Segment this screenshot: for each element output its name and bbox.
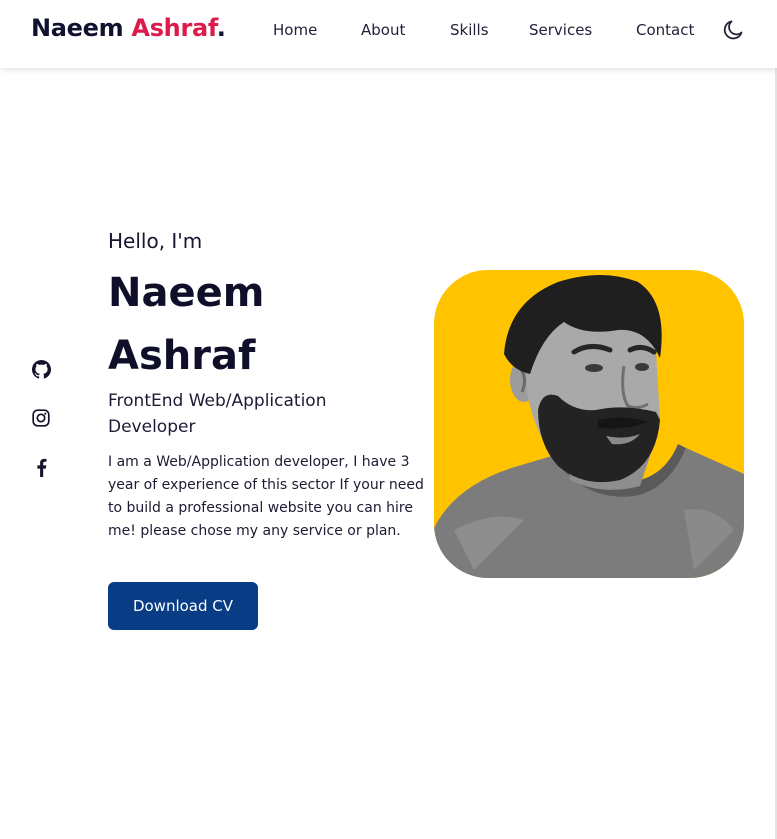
hero-role: FrontEnd Web/Application Developer (108, 391, 327, 437)
hero-name: Naeem Ashraf (108, 270, 265, 379)
nav-link-home[interactable]: Home (273, 21, 317, 39)
logo-dot: . (216, 14, 226, 42)
nav-link-skills[interactable]: Skills (450, 21, 489, 39)
github-icon[interactable] (30, 358, 52, 380)
hero-greeting: Hello, I'm (108, 229, 203, 253)
moon-icon[interactable] (721, 18, 745, 42)
nav-link-contact[interactable]: Contact (636, 21, 694, 39)
facebook-icon[interactable] (30, 456, 52, 478)
profile-photo (434, 270, 744, 578)
site-logo[interactable]: Naeem Ashraf. (31, 14, 226, 42)
site-header: Naeem Ashraf. Home About Skills Services… (0, 0, 777, 68)
download-cv-button[interactable]: Download CV (108, 582, 258, 630)
logo-first-name: Naeem (31, 14, 124, 42)
logo-last-name: Ashraf (131, 14, 217, 42)
hero-bio: I am a Web/Application developer, I have… (108, 454, 424, 539)
nav-link-services[interactable]: Services (529, 21, 592, 39)
nav-link-about[interactable]: About (361, 21, 405, 39)
instagram-icon[interactable] (30, 407, 52, 429)
